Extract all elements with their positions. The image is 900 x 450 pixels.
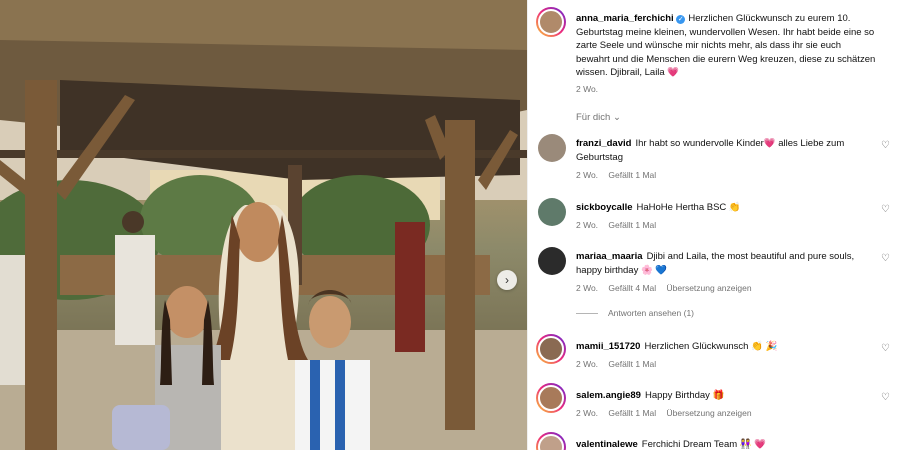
comment-username[interactable]: valentinalewe — [576, 439, 638, 450]
comment-text: HaHoHe Hertha BSC 👏 — [636, 202, 741, 213]
verified-badge-icon: ✓ — [676, 15, 686, 24]
chevron-right-icon: › — [505, 273, 509, 287]
comment-meta: 2 Wo. Gefällt 1 Mal — [576, 220, 664, 230]
like-count[interactable]: Gefällt 1 Mal — [608, 220, 656, 230]
translate-link[interactable]: Übersetzung anzeigen — [667, 408, 752, 418]
translate-link[interactable]: Übersetzung anzeigen — [667, 283, 752, 293]
list-item: mariaa_maaria Djibi and Laila, the most b… — [576, 250, 876, 277]
list-item: franzi_david Ihr habt so wundervolle Kind… — [576, 137, 876, 164]
heart-outline-icon[interactable]: ♡ — [881, 253, 890, 264]
like-count[interactable]: Gefällt 1 Mal — [608, 408, 656, 418]
comment-time: 2 Wo. — [576, 359, 599, 369]
caption-meta: 2 Wo. — [576, 84, 606, 94]
avatar[interactable] — [538, 134, 566, 162]
comment-username[interactable]: mariaa_maaria — [576, 251, 643, 262]
avatar[interactable] — [536, 432, 566, 450]
comment-text: Ferchichi Dream Team 👭 💗 — [641, 439, 767, 450]
view-replies-label: Antworten ansehen (1) — [608, 308, 694, 318]
comment-meta: 2 Wo. Gefällt 1 Mal Übersetzung anzeigen — [576, 408, 760, 418]
comment-time: 2 Wo. — [576, 283, 599, 293]
comment-meta: 2 Wo. Gefällt 1 Mal — [576, 359, 664, 369]
avatar[interactable] — [538, 247, 566, 275]
like-count[interactable]: Gefällt 4 Mal — [608, 283, 656, 293]
list-item: sickboycalle HaHoHe Hertha BSC 👏 — [576, 201, 876, 215]
list-item: valentinalewe Ferchichi Dream Team 👭 💗 — [576, 438, 876, 450]
comment-time: 2 Wo. — [576, 408, 599, 418]
comment-time: 2 Wo. — [576, 220, 599, 230]
like-count[interactable]: Gefällt 1 Mal — [608, 359, 656, 369]
comment-text: Happy Birthday 🎁 — [644, 390, 725, 401]
heart-outline-icon[interactable]: ♡ — [881, 204, 890, 215]
photo-illustration — [0, 0, 527, 450]
author-avatar[interactable] — [536, 7, 566, 37]
divider — [576, 313, 598, 315]
comment-username[interactable]: sickboycalle — [576, 202, 633, 213]
like-count[interactable]: Gefällt 1 Mal — [608, 170, 656, 180]
post-photo: › — [0, 0, 527, 450]
comment-meta: 2 Wo. Gefällt 4 Mal Übersetzung anzeigen — [576, 283, 760, 293]
comment-username[interactable]: franzi_david — [576, 138, 631, 149]
comment-meta: 2 Wo. Gefällt 1 Mal — [576, 170, 664, 180]
comment-text: Herzlichen Glückwunsch 👏 🎉 — [644, 341, 778, 352]
heart-outline-icon[interactable]: ♡ — [881, 392, 890, 403]
next-image-button[interactable]: › — [497, 270, 517, 290]
list-item: mamii_151720 Herzlichen Glückwunsch 👏 🎉 — [576, 340, 876, 354]
comment-username[interactable]: mamii_151720 — [576, 341, 640, 352]
caption-time: 2 Wo. — [576, 84, 599, 94]
heart-outline-icon[interactable]: ♡ — [881, 343, 890, 354]
chevron-down-icon: ⌄ — [612, 112, 621, 123]
comment-time: 2 Wo. — [576, 170, 599, 180]
post-caption: anna_maria_ferchichi ✓ Herzlichen Glückwu… — [576, 12, 876, 80]
heart-outline-icon[interactable]: ♡ — [881, 140, 890, 151]
comment-username[interactable]: salem.angie89 — [576, 390, 641, 401]
avatar[interactable] — [536, 383, 566, 413]
comments-panel: anna_maria_ferchichi ✓ Herzlichen Glückwu… — [527, 0, 900, 450]
avatar[interactable] — [536, 334, 566, 364]
sort-label: Für dich — [576, 112, 611, 123]
avatar[interactable] — [538, 198, 566, 226]
author-username[interactable]: anna_maria_ferchichi — [576, 13, 674, 24]
list-item: salem.angie89 Happy Birthday 🎁 — [576, 389, 876, 403]
sort-dropdown[interactable]: Für dich ⌄ — [576, 112, 621, 123]
view-replies-button[interactable]: Antworten ansehen (1) — [576, 308, 694, 318]
